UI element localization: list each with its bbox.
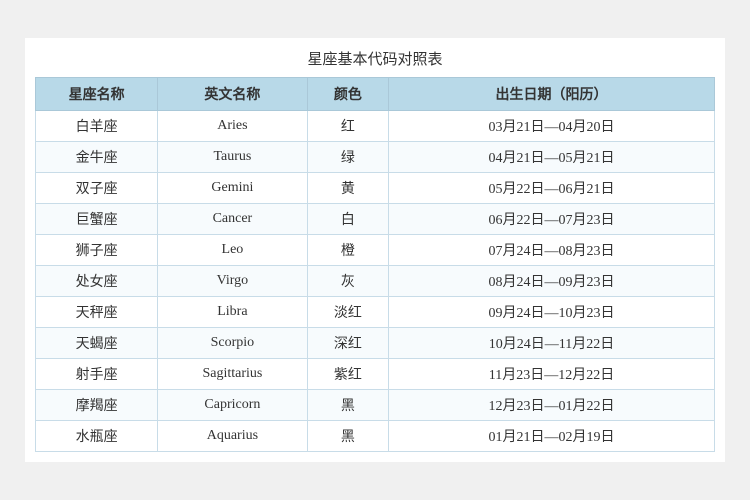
- cell-en-name: Scorpio: [158, 328, 307, 359]
- cell-en-name: Taurus: [158, 142, 307, 173]
- cell-en-name: Libra: [158, 297, 307, 328]
- cell-date: 01月21日—02月19日: [389, 421, 715, 452]
- cell-color: 黄: [307, 173, 388, 204]
- table-row: 狮子座Leo橙07月24日—08月23日: [36, 235, 715, 266]
- cell-date: 04月21日—05月21日: [389, 142, 715, 173]
- header-date: 出生日期（阳历）: [389, 78, 715, 111]
- cell-en-name: Capricorn: [158, 390, 307, 421]
- cell-en-name: Gemini: [158, 173, 307, 204]
- cell-color: 紫红: [307, 359, 388, 390]
- cell-zh-name: 天蝎座: [36, 328, 158, 359]
- cell-color: 红: [307, 111, 388, 142]
- cell-zh-name: 摩羯座: [36, 390, 158, 421]
- table-row: 水瓶座Aquarius黑01月21日—02月19日: [36, 421, 715, 452]
- header-color: 颜色: [307, 78, 388, 111]
- cell-date: 06月22日—07月23日: [389, 204, 715, 235]
- cell-zh-name: 处女座: [36, 266, 158, 297]
- cell-en-name: Aquarius: [158, 421, 307, 452]
- header-zh-name: 星座名称: [36, 78, 158, 111]
- cell-zh-name: 水瓶座: [36, 421, 158, 452]
- table-row: 天秤座Libra淡红09月24日—10月23日: [36, 297, 715, 328]
- table-body: 白羊座Aries红03月21日—04月20日金牛座Taurus绿04月21日—0…: [36, 111, 715, 452]
- cell-color: 黑: [307, 421, 388, 452]
- cell-zh-name: 射手座: [36, 359, 158, 390]
- cell-date: 12月23日—01月22日: [389, 390, 715, 421]
- cell-color: 橙: [307, 235, 388, 266]
- cell-color: 白: [307, 204, 388, 235]
- zodiac-table: 星座名称 英文名称 颜色 出生日期（阳历） 白羊座Aries红03月21日—04…: [35, 77, 715, 452]
- cell-color: 灰: [307, 266, 388, 297]
- cell-color: 黑: [307, 390, 388, 421]
- cell-date: 05月22日—06月21日: [389, 173, 715, 204]
- cell-zh-name: 天秤座: [36, 297, 158, 328]
- cell-zh-name: 金牛座: [36, 142, 158, 173]
- cell-zh-name: 白羊座: [36, 111, 158, 142]
- cell-zh-name: 巨蟹座: [36, 204, 158, 235]
- cell-zh-name: 狮子座: [36, 235, 158, 266]
- cell-date: 03月21日—04月20日: [389, 111, 715, 142]
- header-en-name: 英文名称: [158, 78, 307, 111]
- cell-color: 淡红: [307, 297, 388, 328]
- table-row: 双子座Gemini黄05月22日—06月21日: [36, 173, 715, 204]
- table-row: 射手座Sagittarius紫红11月23日—12月22日: [36, 359, 715, 390]
- cell-en-name: Aries: [158, 111, 307, 142]
- cell-date: 08月24日—09月23日: [389, 266, 715, 297]
- table-row: 处女座Virgo灰08月24日—09月23日: [36, 266, 715, 297]
- cell-color: 深红: [307, 328, 388, 359]
- cell-color: 绿: [307, 142, 388, 173]
- cell-en-name: Virgo: [158, 266, 307, 297]
- main-container: 星座基本代码对照表 星座名称 英文名称 颜色 出生日期（阳历） 白羊座Aries…: [25, 38, 725, 462]
- table-row: 白羊座Aries红03月21日—04月20日: [36, 111, 715, 142]
- cell-date: 11月23日—12月22日: [389, 359, 715, 390]
- table-row: 金牛座Taurus绿04月21日—05月21日: [36, 142, 715, 173]
- cell-date: 10月24日—11月22日: [389, 328, 715, 359]
- cell-en-name: Leo: [158, 235, 307, 266]
- table-row: 巨蟹座Cancer白06月22日—07月23日: [36, 204, 715, 235]
- cell-date: 07月24日—08月23日: [389, 235, 715, 266]
- table-header-row: 星座名称 英文名称 颜色 出生日期（阳历）: [36, 78, 715, 111]
- cell-en-name: Sagittarius: [158, 359, 307, 390]
- table-row: 摩羯座Capricorn黑12月23日—01月22日: [36, 390, 715, 421]
- page-title: 星座基本代码对照表: [35, 48, 715, 69]
- cell-date: 09月24日—10月23日: [389, 297, 715, 328]
- table-row: 天蝎座Scorpio深红10月24日—11月22日: [36, 328, 715, 359]
- cell-zh-name: 双子座: [36, 173, 158, 204]
- cell-en-name: Cancer: [158, 204, 307, 235]
